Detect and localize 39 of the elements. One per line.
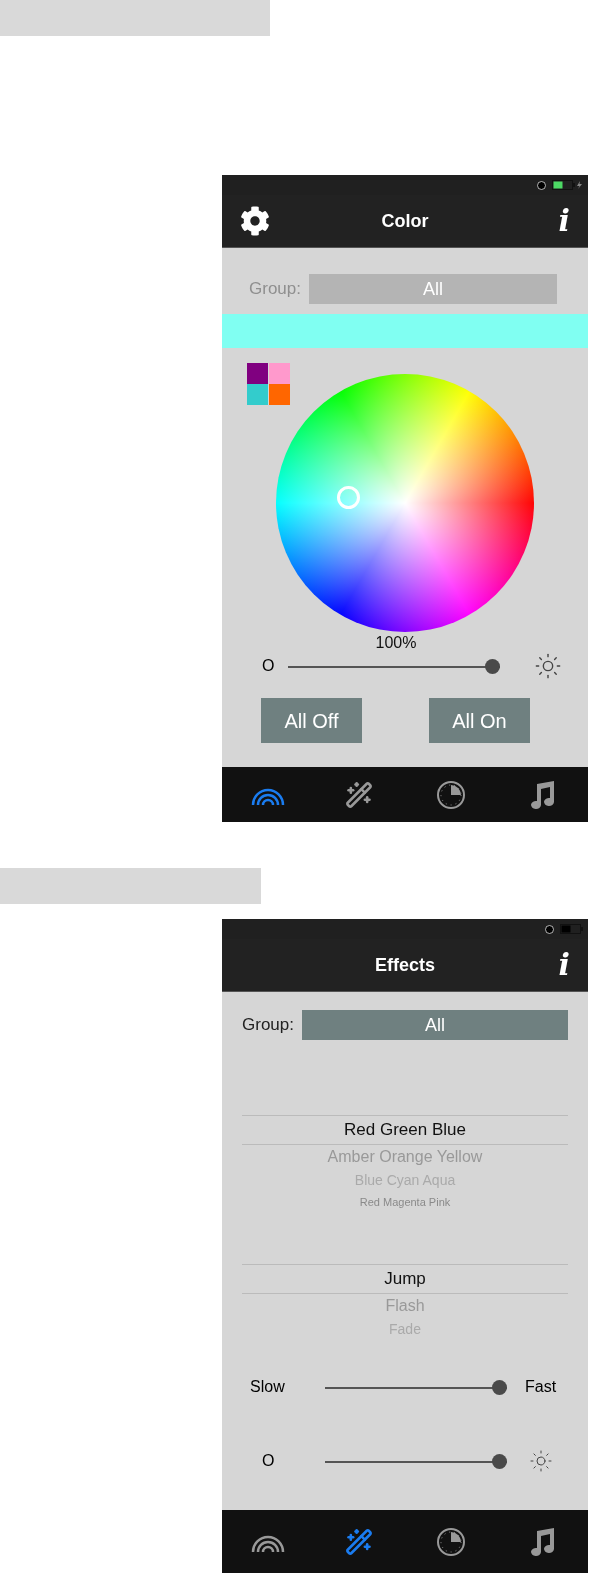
info-button[interactable]: i bbox=[538, 206, 570, 236]
color-preset-swatch[interactable] bbox=[268, 363, 290, 384]
screen-title: Effects bbox=[375, 953, 435, 977]
color-picker-ring[interactable] bbox=[337, 486, 360, 509]
slider-track[interactable] bbox=[288, 658, 500, 674]
brightness-reading: 100% bbox=[375, 633, 418, 653]
action-button[interactable]: All Off bbox=[261, 698, 362, 743]
speed-max-label: Fast bbox=[525, 1377, 557, 1397]
sun-icon bbox=[529, 1449, 553, 1473]
magic-wand-icon bbox=[345, 1527, 374, 1556]
screen-title: Color bbox=[381, 209, 429, 233]
slider-thumb[interactable] bbox=[485, 658, 500, 674]
timer-icon bbox=[435, 779, 466, 810]
slider-thumb[interactable] bbox=[492, 1379, 507, 1395]
music-note-icon bbox=[528, 1526, 557, 1557]
settings-button[interactable] bbox=[240, 206, 270, 236]
info-button[interactable]: i bbox=[538, 950, 570, 980]
picker-selected-row[interactable]: Jump bbox=[242, 1264, 568, 1294]
group-label: Group: bbox=[242, 1014, 294, 1037]
slider-track[interactable] bbox=[325, 1453, 507, 1469]
magic-wand-icon bbox=[345, 780, 374, 809]
slider-thumb[interactable] bbox=[492, 1453, 507, 1469]
group-label: Group: bbox=[249, 278, 301, 301]
picker-selected-row[interactable]: Red Green Blue bbox=[242, 1115, 568, 1145]
music-note-icon bbox=[528, 779, 557, 810]
color-preset-swatch[interactable] bbox=[268, 384, 290, 405]
alarm-icon bbox=[545, 924, 554, 934]
group-selector[interactable]: All bbox=[302, 1010, 568, 1040]
color-preset-swatch[interactable] bbox=[247, 363, 268, 384]
brightness-min-label: O bbox=[261, 1451, 276, 1471]
color-preset-swatch[interactable] bbox=[247, 384, 268, 405]
picker-option[interactable]: Red Magenta Pink bbox=[242, 1191, 568, 1214]
timer-icon bbox=[435, 1526, 466, 1557]
brightness-min-label: O bbox=[262, 656, 276, 676]
speed-min-label: Slow bbox=[250, 1377, 286, 1397]
action-button[interactable]: All On bbox=[429, 698, 530, 743]
alarm-icon bbox=[537, 180, 546, 190]
sun-icon bbox=[534, 652, 562, 680]
slider-track[interactable] bbox=[325, 1379, 507, 1395]
